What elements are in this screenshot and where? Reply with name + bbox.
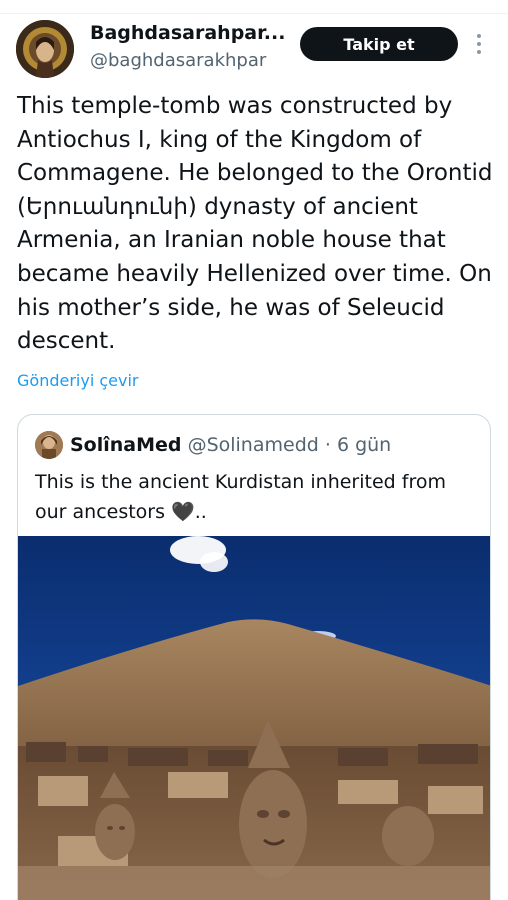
more-dot: [477, 42, 481, 46]
quote-separator: ·: [318, 434, 337, 456]
quoted-tweet-card[interactable]: SolînaMed @Solinamedd · 6 gün This is th…: [17, 414, 491, 900]
quote-header: SolînaMed @Solinamedd · 6 gün: [70, 431, 391, 459]
author-avatar[interactable]: [16, 20, 74, 78]
quote-media-image[interactable]: [18, 536, 490, 900]
translate-post-link[interactable]: Gönderiyi çevir: [17, 371, 138, 390]
quote-author-avatar[interactable]: [35, 431, 63, 459]
more-dot: [477, 34, 481, 38]
follow-button[interactable]: Takip et: [300, 27, 458, 61]
quote-text: This is the ancient Kurdistan inherited …: [35, 471, 446, 523]
more-vertical-icon[interactable]: [470, 32, 488, 56]
quote-author-name[interactable]: SolînaMed: [70, 434, 182, 456]
author-name[interactable]: Baghdasarahpar...: [90, 22, 285, 44]
author-handle[interactable]: @baghdasarakhpar: [90, 50, 266, 71]
tweet-text: This temple-tomb was constructed by Anti…: [17, 93, 493, 355]
quote-author-handle[interactable]: @Solinamedd: [188, 434, 319, 456]
quote-timestamp[interactable]: 6 gün: [337, 434, 391, 456]
more-dot: [477, 50, 481, 54]
top-divider: [0, 0, 508, 14]
